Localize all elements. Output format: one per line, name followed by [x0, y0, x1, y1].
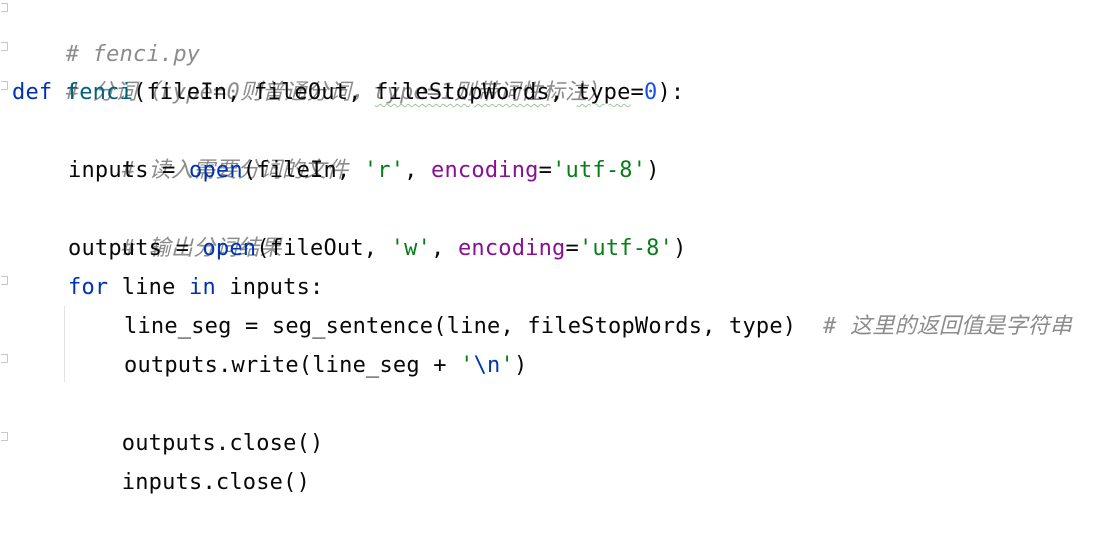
- equals: =: [630, 80, 644, 105]
- code-line-10[interactable]: outputs.write(line_seg + '\n'): [124, 346, 527, 385]
- separator: ,: [227, 80, 255, 105]
- code-line-7[interactable]: outputs = open(fileOut, 'w', encoding='u…: [68, 229, 687, 268]
- paren: ): [673, 236, 687, 261]
- fold-marker-icon[interactable]: [1, 432, 8, 441]
- paren: ): [646, 158, 660, 183]
- args: (fileIn,: [242, 158, 364, 183]
- string-quote: ': [500, 353, 514, 378]
- comma: ,: [431, 236, 458, 261]
- code-line-3[interactable]: def fenci(fileIn, fileOut, fileStopWords…: [12, 73, 684, 112]
- fold-gutter: [0, 0, 12, 457]
- indent-guide: [64, 306, 65, 382]
- fold-marker-icon[interactable]: [1, 354, 8, 363]
- escape-sequence: \n: [473, 353, 501, 378]
- string-encoding: 'utf-8': [552, 158, 647, 183]
- variable: inputs: [68, 158, 149, 183]
- comma: ,: [404, 158, 432, 183]
- code-line-5[interactable]: inputs = open(fileIn, 'r', encoding='utf…: [68, 151, 660, 190]
- builtin-open: open: [202, 236, 257, 261]
- paren: (: [133, 80, 147, 105]
- function-name: fenci: [65, 80, 134, 105]
- fold-marker-icon[interactable]: [1, 276, 8, 285]
- code-editor[interactable]: # fenci.py # 分词（type=0则普通分词，type=1则带词性标注…: [0, 0, 1108, 495]
- keyword-def: def: [12, 80, 53, 105]
- fold-marker-icon[interactable]: [1, 3, 8, 12]
- paren-colon: ):: [657, 80, 685, 105]
- iterable: inputs:: [215, 275, 324, 300]
- keyword-for: for: [68, 275, 109, 300]
- keyword-in: in: [189, 275, 216, 300]
- param-filestopwords: fileStopWords: [375, 80, 550, 105]
- code-line-4[interactable]: # 读入需要分词的文件: [68, 112, 349, 183]
- builtin-open: open: [189, 158, 243, 183]
- code-line-12[interactable]: inputs.close(): [68, 424, 310, 495]
- param-type: type: [576, 80, 631, 105]
- assign-op: =: [162, 236, 203, 261]
- equals: =: [565, 236, 579, 261]
- loop-var: line: [108, 275, 190, 300]
- string-mode: 'r': [363, 158, 405, 183]
- code-line-2[interactable]: # 分词（type=0则普通分词，type=1则带词性标注）: [12, 34, 609, 105]
- string-quote: ': [460, 353, 474, 378]
- keyword-arg: encoding: [457, 236, 566, 261]
- string-mode: 'w': [390, 236, 432, 261]
- param-filein: fileIn: [146, 80, 228, 105]
- separator: ,: [348, 80, 376, 105]
- statement: line_seg = seg_sentence(line, fileStopWo…: [124, 314, 797, 339]
- paren: ): [513, 353, 528, 378]
- args: (fileOut,: [256, 236, 391, 261]
- code-line-6[interactable]: # 输出分词结果: [68, 190, 282, 261]
- statement: outputs.write(line_seg +: [124, 353, 461, 378]
- variable: outputs: [68, 236, 163, 261]
- fold-marker-icon[interactable]: [1, 42, 8, 51]
- comment: # 这里的返回值是字符串: [823, 314, 1073, 339]
- assign-op: =: [148, 158, 190, 183]
- fold-marker-icon[interactable]: [1, 81, 8, 90]
- code-line-11[interactable]: outputs.close(): [68, 385, 323, 456]
- code-line-9[interactable]: line_seg = seg_sentence(line, fileStopWo…: [124, 307, 1072, 346]
- code-line-8[interactable]: for line in inputs:: [68, 268, 323, 307]
- default-value: 0: [643, 80, 658, 105]
- code-line-1[interactable]: # fenci.py: [12, 0, 200, 67]
- param-fileout: fileOut: [254, 80, 349, 105]
- string-encoding: 'utf-8': [578, 236, 674, 261]
- statement: inputs.close(): [121, 470, 311, 495]
- equals: =: [538, 158, 553, 183]
- keyword-arg: encoding: [431, 158, 539, 183]
- separator: ,: [549, 80, 577, 105]
